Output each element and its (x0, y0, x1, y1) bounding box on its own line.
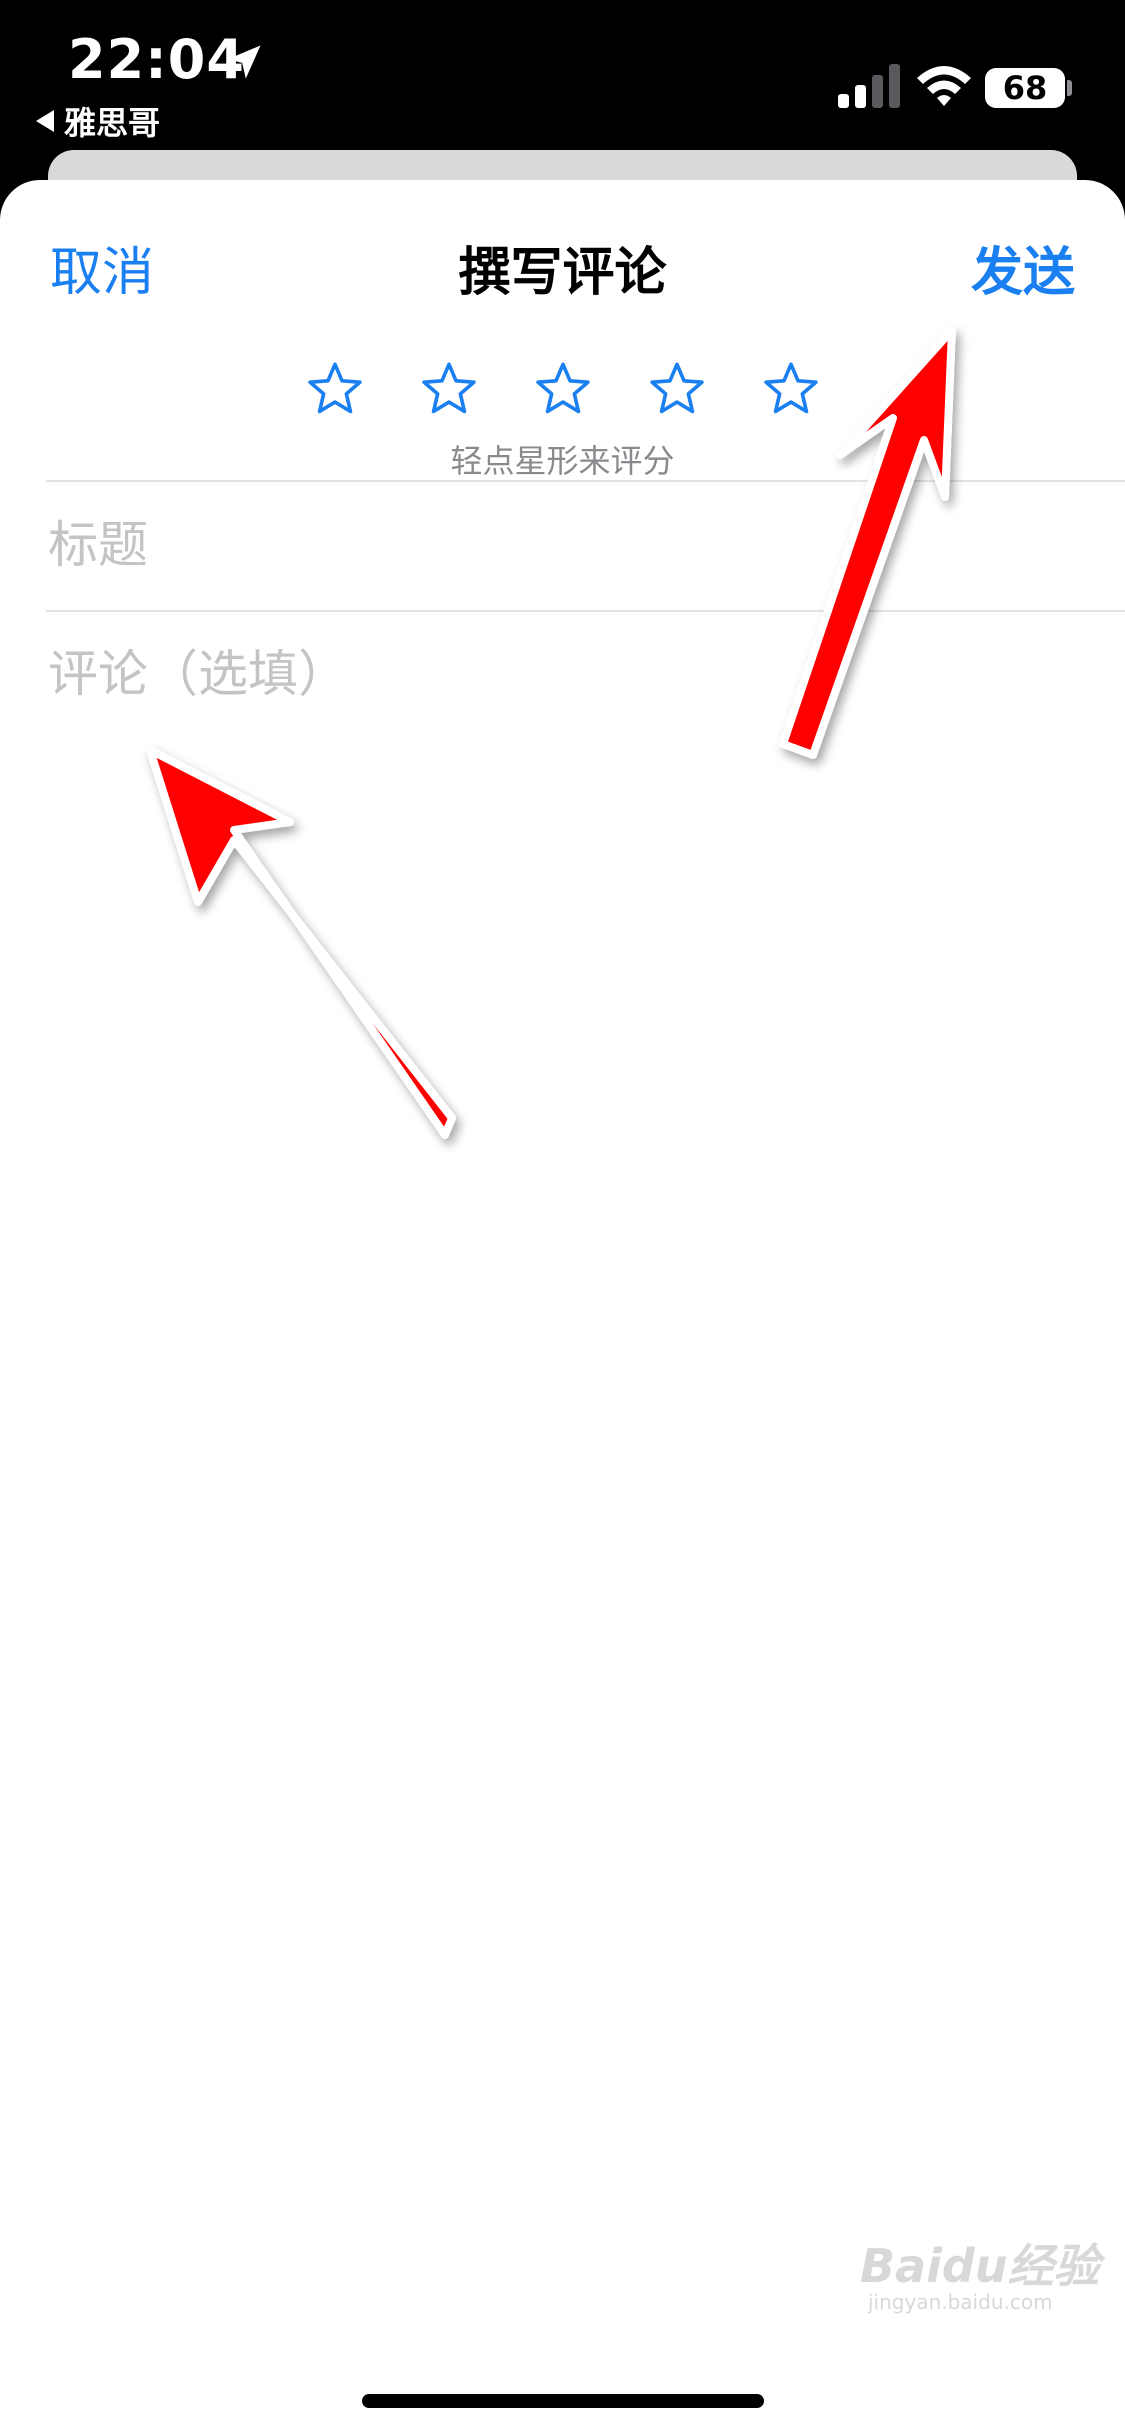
watermark-logo: Baidu经验 (860, 2239, 1100, 2293)
star-4-icon[interactable] (648, 360, 706, 418)
status-time: 22:04 (68, 28, 245, 91)
star-2-icon[interactable] (420, 360, 478, 418)
home-indicator[interactable] (362, 2394, 764, 2408)
write-review-sheet: 取消 撰写评论 发送 轻点星形来评分 (0, 180, 1125, 2436)
rating-hint: 轻点星形来评分 (450, 442, 675, 480)
wifi-icon (917, 66, 971, 106)
star-3-icon[interactable] (534, 360, 592, 418)
star-rating (0, 360, 1125, 418)
review-title-input[interactable] (46, 515, 1090, 575)
divider (46, 610, 1125, 612)
back-app-label: 雅思哥 (64, 104, 161, 142)
battery-nub (1067, 80, 1072, 96)
divider (46, 480, 1125, 482)
star-1-icon[interactable] (306, 360, 364, 418)
star-5-icon[interactable] (762, 360, 820, 418)
location-arrow-icon (227, 45, 261, 79)
back-to-app-button[interactable]: 雅思哥 (36, 98, 160, 144)
back-triangle-icon (36, 110, 54, 132)
app-screen: 22:04 雅思哥 68 取消 撰写评论 发送 轻点星形来评分 标题 评论（选填… (0, 0, 1125, 2436)
send-button[interactable]: 发送 (971, 230, 1075, 305)
review-body-input[interactable] (46, 632, 1090, 2136)
watermark-url: jingyan.baidu.com (868, 2290, 1053, 2314)
cellular-signal-icon (838, 64, 900, 108)
page-title: 撰写评论 (458, 243, 667, 303)
battery-icon: 68 (985, 68, 1065, 108)
